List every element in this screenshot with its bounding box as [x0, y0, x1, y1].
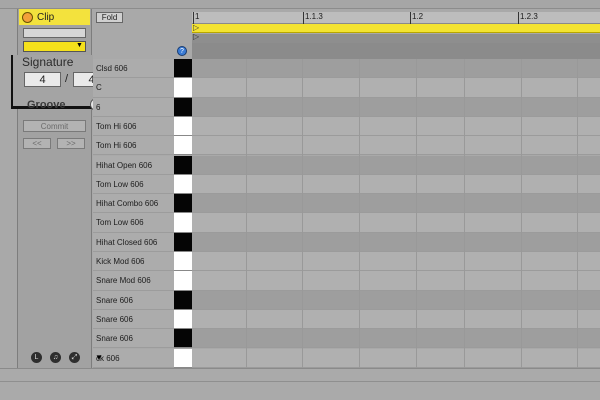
commit-button[interactable]: Commit	[23, 120, 86, 132]
expand-icon[interactable]: ⤢	[69, 352, 80, 363]
grid-line	[577, 59, 578, 368]
drum-key-name[interactable]: Snare 606	[93, 329, 174, 349]
drum-key-name[interactable]: Tom Hi 606	[93, 136, 174, 156]
grid-line	[302, 59, 303, 368]
grid-header-strip	[192, 43, 600, 59]
piano-key[interactable]	[174, 252, 192, 272]
grid-row[interactable]	[192, 271, 600, 291]
grid-row[interactable]	[192, 116, 600, 137]
piano-key[interactable]	[174, 97, 192, 117]
drum-key-name[interactable]: Snare Mod 606	[93, 271, 174, 291]
loop-brace[interactable]	[192, 24, 600, 33]
piano-key[interactable]	[174, 155, 192, 175]
clip-title: Clip	[37, 12, 55, 23]
launch-icon[interactable]: L	[31, 352, 42, 363]
grid-row[interactable]	[192, 136, 600, 156]
chevron-down-icon: ▼	[76, 42, 83, 49]
grid-row[interactable]	[192, 232, 600, 252]
piano-key[interactable]	[174, 329, 192, 349]
nudge-left-button[interactable]: <<	[23, 138, 51, 149]
ruler-tick	[410, 12, 411, 24]
ruler-tick	[303, 12, 304, 24]
piano-key[interactable]	[174, 290, 192, 310]
help-icon[interactable]: ?	[177, 46, 187, 56]
grid-line	[416, 59, 417, 368]
grid-row[interactable]	[192, 213, 600, 233]
signature-numerator-field[interactable]: 4	[24, 72, 61, 87]
start-end-track[interactable]	[192, 34, 600, 43]
grid-line	[246, 59, 247, 368]
drum-key-name[interactable]: C	[93, 78, 174, 98]
drum-key-name[interactable]: Tom Low 606	[93, 174, 174, 195]
piano-key[interactable]	[174, 213, 192, 233]
drum-key-name[interactable]: Snare 606	[93, 309, 174, 330]
grid-row[interactable]	[192, 309, 600, 330]
piano-key[interactable]	[174, 348, 192, 368]
grid-row[interactable]	[192, 290, 600, 310]
note-grid[interactable]	[192, 59, 600, 368]
grid-row[interactable]	[192, 59, 600, 79]
drum-key-name[interactable]: Hihat Open 606	[93, 155, 174, 175]
ruler-marker-label: 1.1.3	[305, 12, 323, 21]
drum-key-name[interactable]: Tom Hi 606	[93, 116, 174, 137]
scroll-down-icon[interactable]: ▼	[95, 353, 103, 362]
grid-row[interactable]	[192, 252, 600, 272]
signature-label: Signature	[22, 55, 74, 69]
piano-key[interactable]	[174, 271, 192, 291]
piano-key[interactable]	[174, 309, 192, 330]
drum-key-name[interactable]: Hihat Combo 606	[93, 194, 174, 214]
grid-row[interactable]	[192, 78, 600, 98]
piano-key[interactable]	[174, 116, 192, 137]
grid-line	[464, 59, 465, 368]
drum-key-name[interactable]: Tom Low 606	[93, 213, 174, 233]
piano-key[interactable]	[174, 136, 192, 156]
ruler-tick	[518, 12, 519, 24]
grid-line	[359, 59, 360, 368]
grid-line	[521, 59, 522, 368]
piano-key[interactable]	[174, 194, 192, 214]
signature-separator: /	[65, 73, 69, 85]
grid-row[interactable]	[192, 348, 600, 368]
piano-key[interactable]	[174, 59, 192, 79]
envelopes-icon[interactable]: ♫	[50, 352, 61, 363]
drum-key-name[interactable]: Kick Mod 606	[93, 252, 174, 272]
drum-key-name[interactable]: Snare 606	[93, 290, 174, 310]
drum-key-name[interactable]: 6	[93, 97, 174, 117]
ruler-marker-label: 1.2.3	[520, 12, 538, 21]
grid-row[interactable]	[192, 97, 600, 117]
fold-button[interactable]: Fold	[96, 12, 123, 23]
ruler-marker-label: 1	[195, 12, 200, 21]
grid-row[interactable]	[192, 194, 600, 214]
groove-label: Groove	[27, 99, 66, 111]
start-marker-icon[interactable]: ▷	[193, 33, 199, 41]
piano-key[interactable]	[174, 232, 192, 252]
nudge-right-button[interactable]: >>	[57, 138, 85, 149]
grid-row[interactable]	[192, 155, 600, 175]
bottom-strip	[0, 368, 600, 400]
piano-key[interactable]	[174, 174, 192, 195]
ruler-marker-label: 1.2	[412, 12, 424, 21]
piano-key[interactable]	[174, 78, 192, 98]
drum-key-name[interactable]: Clsd 606	[93, 59, 174, 79]
top-strip	[0, 0, 600, 9]
grid-row[interactable]	[192, 174, 600, 195]
clip-name-field[interactable]	[23, 28, 86, 38]
timeline-ruler[interactable]: 1 1.1.3 1.2 1.2.3	[192, 12, 600, 24]
drum-key-name[interactable]: Hihat Closed 606	[93, 232, 174, 252]
clip-activator-led[interactable]	[22, 12, 33, 23]
loop-start-flag-icon[interactable]: ▷	[193, 24, 199, 32]
grid-row[interactable]	[192, 329, 600, 349]
drum-key-name[interactable]: ck 606	[93, 348, 174, 368]
